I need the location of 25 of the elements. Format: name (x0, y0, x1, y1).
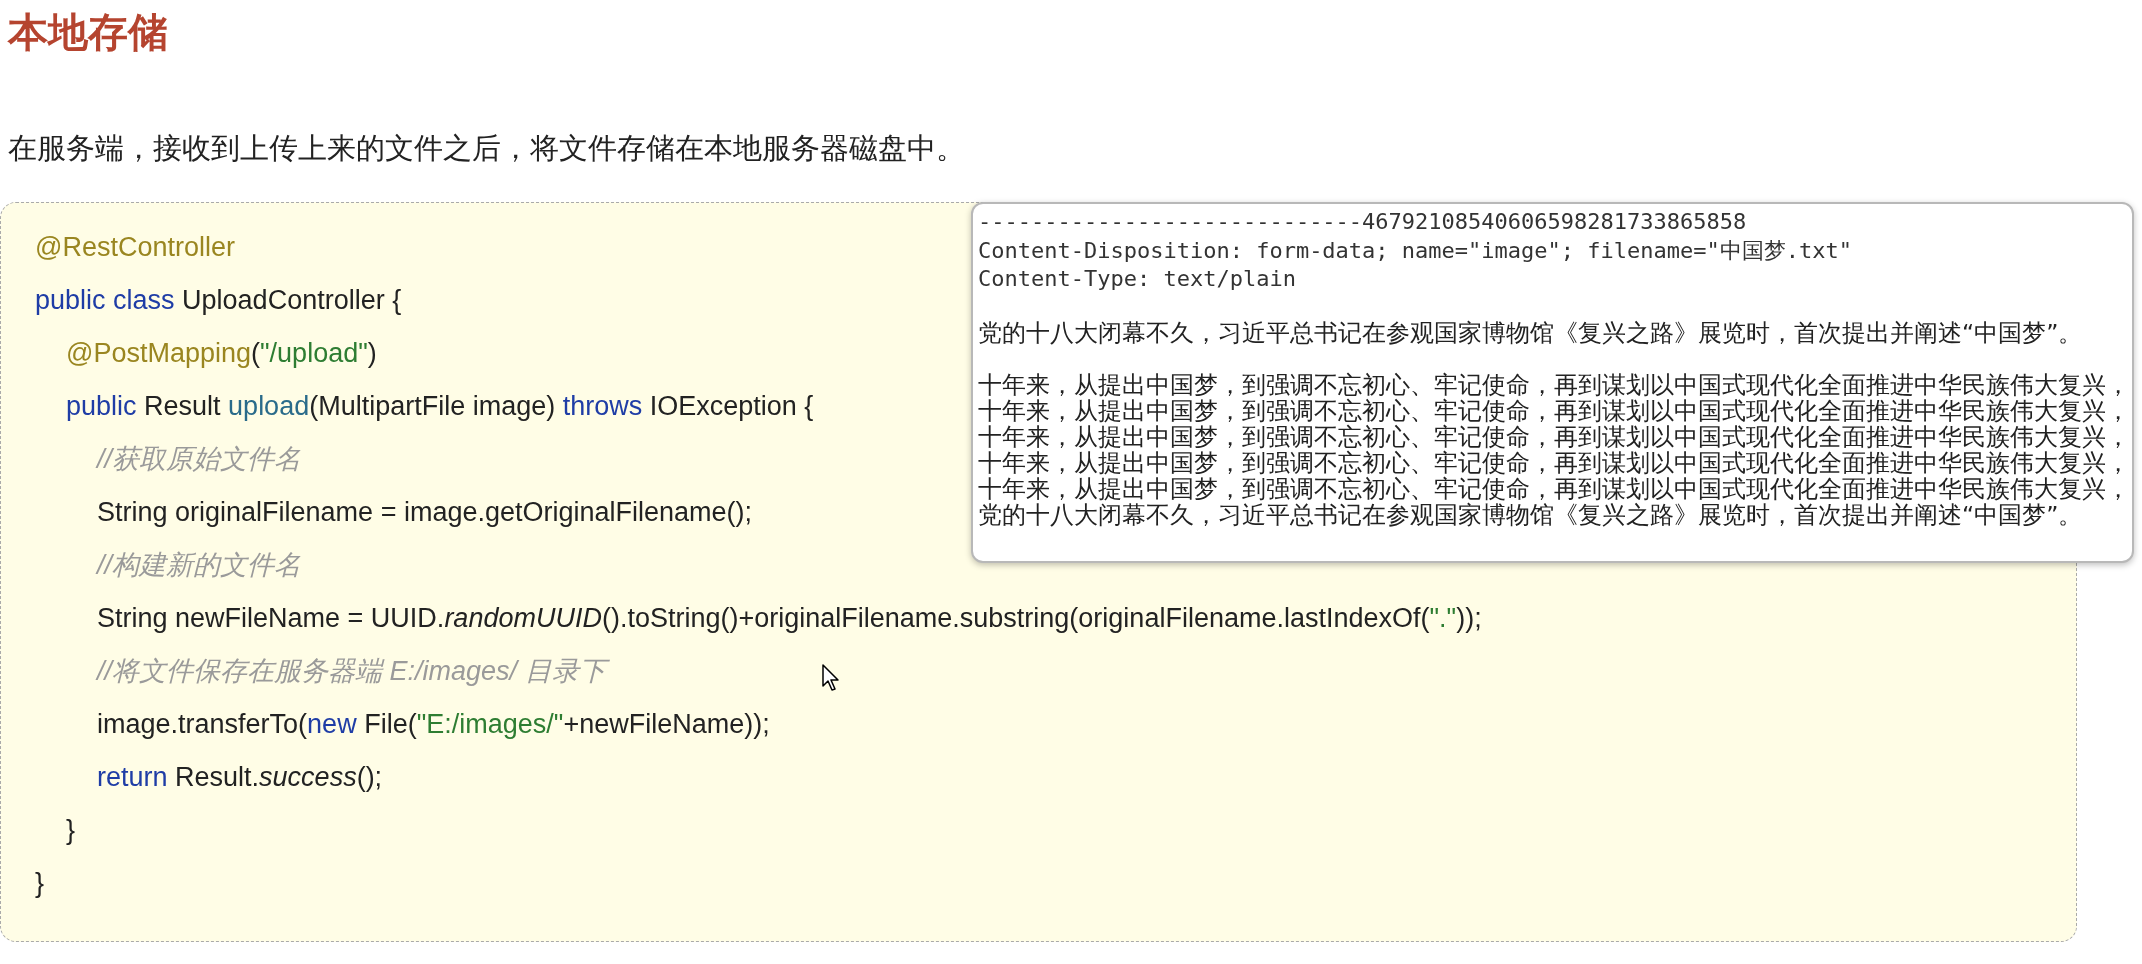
code-line: public class UploadController { (35, 284, 402, 317)
code-comment: //获取原始文件名 (97, 443, 301, 476)
request-header-line: Content-Disposition: form-data; name="image"; filename="中国梦.txt" (978, 236, 1852, 265)
page-title: 本地存储 (8, 8, 168, 56)
mouse-cursor-icon (822, 664, 840, 692)
code-line: String newFileName = UUID.randomUUID().toString()+originalFilename.substring(originalFilename.lastIndexOf(".")); (97, 602, 1482, 635)
code-line: image.transferTo(new File("E:/images/"+newFileName)); (97, 708, 770, 741)
file-content-line: 十年来，从提出中国梦，到强调不忘初心、牢记使命，再到谋划以中国式现代化全面推进中华民族伟大复兴， (978, 449, 2130, 476)
file-content-line: 党的十八大闭幕不久，习近平总书记在参观国家博物馆《复兴之路》展览时，首次提出并阐述“中国梦”。 (978, 319, 2083, 346)
code-line: return Result.success(); (97, 761, 383, 794)
description-text: 在服务端，接收到上传上来的文件之后，将文件存储在本地服务器磁盘中。 (8, 130, 965, 167)
code-comment: //构建新的文件名 (97, 549, 301, 582)
code-line: @PostMapping("/upload") (66, 337, 377, 370)
file-content-line: 十年来，从提出中国梦，到强调不忘初心、牢记使命，再到谋划以中国式现代化全面推进中华民族伟大复兴， (978, 475, 2130, 502)
code-line: String originalFilename = image.getOriginalFilename(); (97, 496, 753, 529)
request-header-line: -----------------------------46792108540606598281733865858 (978, 208, 1747, 236)
file-content-line: 十年来，从提出中国梦，到强调不忘初心、牢记使命，再到谋划以中国式现代化全面推进中华民族伟大复兴， (978, 397, 2130, 424)
code-line: } (66, 814, 76, 847)
request-header-line: Content-Type: text/plain (978, 265, 1296, 293)
file-content-line: 十年来，从提出中国梦，到强调不忘初心、牢记使命，再到谋划以中国式现代化全面推进中华民族伟大复兴， (978, 371, 2130, 398)
code-line: public Result upload(MultipartFile image) throws IOException { (66, 390, 814, 423)
file-content-line: 党的十八大闭幕不久，习近平总书记在参观国家博物馆《复兴之路》展览时，首次提出并阐述“中国梦”。 (978, 501, 2083, 528)
code-line: @RestController (35, 231, 235, 264)
file-content-line: 十年来，从提出中国梦，到强调不忘初心、牢记使命，再到谋划以中国式现代化全面推进中华民族伟大复兴， (978, 423, 2130, 450)
code-line: } (35, 867, 45, 900)
